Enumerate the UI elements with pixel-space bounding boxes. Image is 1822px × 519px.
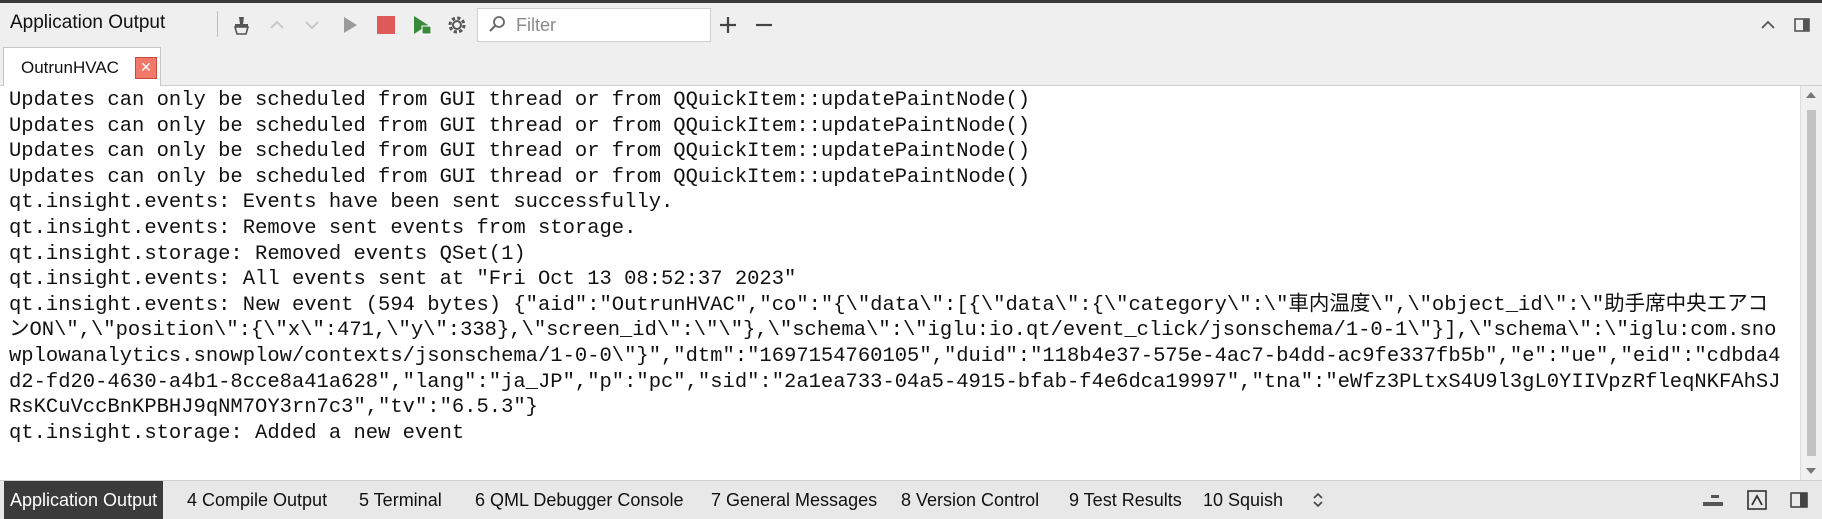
stop-icon[interactable] xyxy=(372,11,400,39)
log-line: qt.insight.events: Remove sent events fr… xyxy=(9,216,637,240)
pane-qml-debugger-console[interactable]: 6 QML Debugger Console xyxy=(469,481,689,519)
maximize-icon[interactable] xyxy=(1754,11,1782,39)
tab-label: OutrunHVAC xyxy=(21,58,119,77)
log-line: qt.insight.storage: Removed events QSet(… xyxy=(9,242,526,266)
zoom-out-icon[interactable] xyxy=(750,11,778,39)
pane-compile-output[interactable]: 4 Compile Output xyxy=(181,481,333,519)
log-text: Updates can only be scheduled from GUI t… xyxy=(0,86,1785,446)
log-line: qt.insight.events: New event (594 bytes)… xyxy=(9,293,1781,420)
toolbar-separator xyxy=(217,11,218,37)
scroll-up-icon[interactable] xyxy=(1806,92,1816,98)
zoom-in-icon[interactable] xyxy=(714,11,742,39)
pane-version-control[interactable]: 8 Version Control xyxy=(895,481,1045,519)
pane-test-results[interactable]: 9 Test Results xyxy=(1063,481,1188,519)
pane-title: Application Output xyxy=(10,12,166,33)
log-line: qt.insight.events: Events have been sent… xyxy=(9,191,674,215)
close-pane-icon[interactable] xyxy=(1788,11,1816,39)
clean-icon[interactable] xyxy=(228,11,256,39)
pane-squish[interactable]: 10 Squish xyxy=(1197,481,1289,519)
log-line: qt.insight.events: All events sent at "F… xyxy=(9,268,797,292)
filter-input[interactable] xyxy=(516,14,701,36)
pane-general-messages[interactable]: 7 General Messages xyxy=(705,481,883,519)
tab-outrunhvac[interactable]: OutrunHVAC ✕ xyxy=(3,47,161,86)
log-line: Updates can only be scheduled from GUI t… xyxy=(9,114,1031,138)
pane-application-output[interactable]: Application Output xyxy=(4,481,164,519)
vertical-scrollbar[interactable] xyxy=(1800,86,1822,480)
log-line: Updates can only be scheduled from GUI t… xyxy=(9,89,1031,112)
output-pane-bar: Application Output 4 Compile Output 5 Te… xyxy=(0,480,1822,519)
more-panes-icon[interactable] xyxy=(1303,485,1333,515)
log-line: qt.insight.storage: Added a new event xyxy=(9,421,465,445)
pane-terminal[interactable]: 5 Terminal xyxy=(353,481,448,519)
scrollbar-thumb[interactable] xyxy=(1807,110,1816,456)
output-toolbar: Application Output xyxy=(0,0,1822,45)
application-output-log[interactable]: Updates can only be scheduled from GUI t… xyxy=(0,86,1800,480)
log-line: Updates can only be scheduled from GUI t… xyxy=(9,165,1031,189)
settings-icon[interactable] xyxy=(443,11,471,39)
scroll-down-icon[interactable] xyxy=(1806,468,1816,474)
close-tab-icon[interactable]: ✕ xyxy=(135,57,157,79)
toggle-sidebar-icon[interactable] xyxy=(1784,485,1814,515)
log-line: Updates can only be scheduled from GUI t… xyxy=(9,140,1031,164)
progress-details-icon[interactable] xyxy=(1698,485,1728,515)
previous-icon[interactable] xyxy=(263,11,291,39)
next-icon[interactable] xyxy=(298,11,326,39)
output-tabs: OutrunHVAC ✕ xyxy=(0,45,1822,86)
inspector-icon[interactable] xyxy=(1742,485,1772,515)
filter-field[interactable] xyxy=(477,8,711,42)
run-icon[interactable] xyxy=(336,11,364,39)
search-icon xyxy=(486,14,508,41)
debug-icon[interactable] xyxy=(408,11,436,39)
